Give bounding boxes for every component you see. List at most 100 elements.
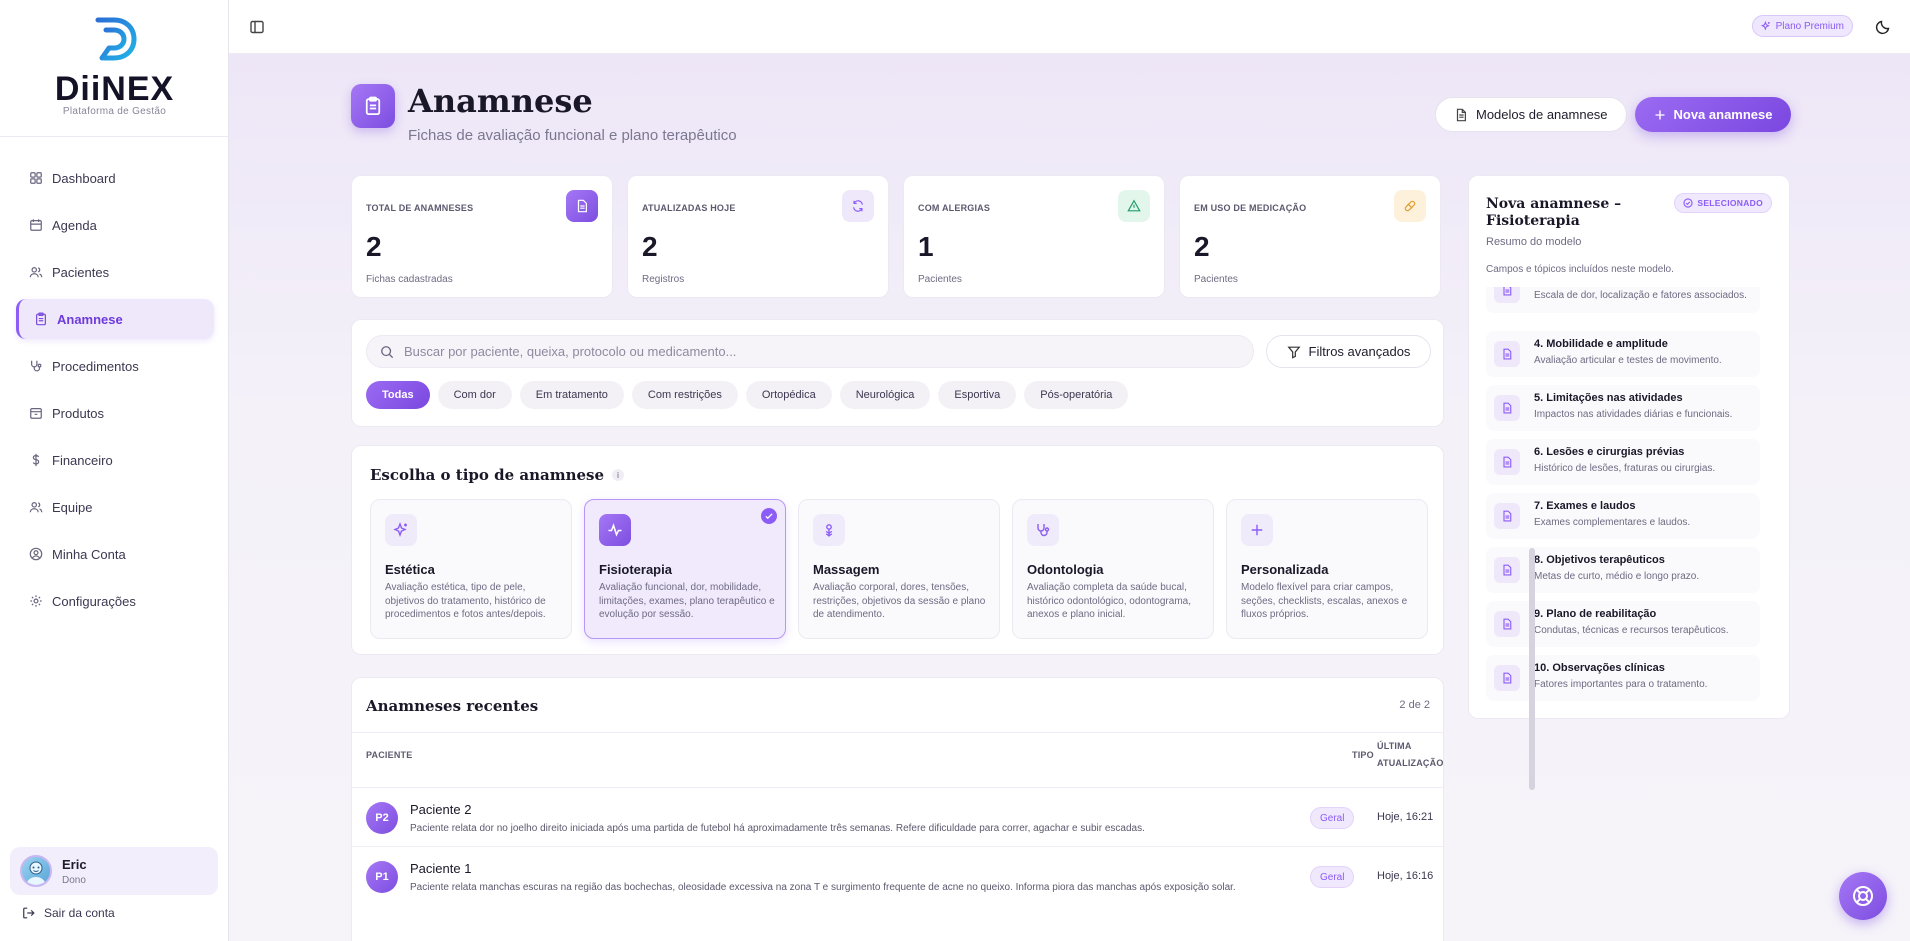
topic-title: 8. Objetivos terapêuticos xyxy=(1534,554,1665,566)
type-card-name: Massagem xyxy=(813,562,880,577)
sidebar-item-financeiro[interactable]: Financeiro xyxy=(16,440,214,480)
info-icon[interactable]: i xyxy=(612,469,625,481)
stat-label: EM USO DE MEDICAÇÃO xyxy=(1194,203,1307,213)
type-card-odontologia[interactable]: Odontologia Avaliação completa da saúde … xyxy=(1012,499,1214,639)
sidebar: DiiNEX Plataforma de Gestão Dashboard Ag… xyxy=(0,0,229,941)
filter-chip-todas[interactable]: Todas xyxy=(366,381,430,409)
topic-title: 7. Exames e laudos xyxy=(1534,500,1636,512)
sidebar-item-label: Configurações xyxy=(52,593,136,609)
topic-title: 9. Plano de reabilitação xyxy=(1534,608,1657,620)
dollar-icon xyxy=(32,453,40,467)
topic-desc: Escala de dor, localização e fatores ass… xyxy=(1534,290,1747,301)
topic-title: 10. Observações clínicas xyxy=(1534,662,1665,674)
filter-chip-em-tratamento[interactable]: Em tratamento xyxy=(519,381,624,409)
check-circle-icon xyxy=(1683,198,1693,208)
brand-logo[interactable]: DiiNEX Plataforma de Gestão xyxy=(0,14,229,120)
sidebar-item-label: Minha Conta xyxy=(52,546,126,562)
moon-icon[interactable] xyxy=(1875,19,1891,35)
topic-item: 9. Plano de reabilitação Condutas, técni… xyxy=(1486,601,1760,647)
file-icon xyxy=(566,190,598,222)
column-header-patient[interactable]: PACIENTE xyxy=(366,747,412,764)
search-input[interactable] xyxy=(404,344,1224,359)
logout-icon xyxy=(23,907,35,919)
filter-chip-pos-operatoria[interactable]: Pós-operatória xyxy=(1024,381,1129,409)
type-card-personalizada[interactable]: Personalizada Modelo flexível para criar… xyxy=(1226,499,1428,639)
type-card-fisioterapia[interactable]: Fisioterapia Avaliação funcional, dor, m… xyxy=(584,499,786,639)
filter-chip-ortopedica[interactable]: Ortopédica xyxy=(745,381,832,409)
stat-sub: Pacientes xyxy=(1194,274,1238,285)
filter-chip-esportiva[interactable]: Esportiva xyxy=(938,381,1017,409)
new-anamnese-label: Nova anamnese xyxy=(1673,107,1773,122)
stat-value: 1 xyxy=(918,231,934,262)
type-card-name: Personalizada xyxy=(1241,562,1329,577)
sidebar-item-procedimentos[interactable]: Procedimentos xyxy=(16,346,214,386)
filter-chip-com-dor[interactable]: Com dor xyxy=(437,381,512,409)
document-icon xyxy=(1494,395,1520,421)
patient-avatar: P2 xyxy=(366,802,398,834)
column-header-updated[interactable]: ÚLTIMA ATUALIZAÇÃO xyxy=(1377,738,1444,772)
type-panel: Escolha o tipo de anamnese i Estética Av… xyxy=(351,445,1444,655)
topic-desc: Fatores importantes para o tratamento. xyxy=(1534,679,1708,690)
search-box[interactable] xyxy=(366,335,1254,368)
type-panel-title-text: Escolha o tipo de anamnese xyxy=(370,466,605,484)
sidebar-item-dashboard[interactable]: Dashboard xyxy=(16,158,214,198)
selected-badge-label: SELECIONADO xyxy=(1697,198,1763,208)
sidebar-item-anamnese[interactable]: Anamnese xyxy=(16,299,214,339)
document-icon xyxy=(1494,503,1520,529)
new-anamnese-button[interactable]: Nova anamnese xyxy=(1635,97,1791,132)
topic-title: 5. Limitações nas atividades xyxy=(1534,392,1683,404)
user-card[interactable]: Eric Dono xyxy=(10,847,218,895)
sidebar-item-pacientes[interactable]: Pacientes xyxy=(16,252,214,292)
filter-chips: Todas Com dor Em tratamento Com restriçõ… xyxy=(366,381,1129,409)
package-icon xyxy=(30,408,42,419)
models-button[interactable]: Modelos de anamnese xyxy=(1435,97,1627,132)
brand-subtitle: Plataforma de Gestão xyxy=(62,106,167,117)
stat-card-allergies: COM ALERGIAS 1 Pacientes xyxy=(903,175,1165,298)
help-fab-button[interactable] xyxy=(1839,872,1887,920)
document-icon xyxy=(1494,665,1520,691)
column-header-type[interactable]: TIPO xyxy=(1352,747,1374,764)
sidebar-toggle-icon[interactable] xyxy=(249,19,265,35)
topic-desc: Exames complementares e laudos. xyxy=(1534,517,1691,528)
table-row[interactable]: P2 Paciente 2 Paciente relata dor no joe… xyxy=(352,788,1443,846)
user-circle-icon xyxy=(29,547,43,561)
search-panel: Filtros avançados Todas Com dor Em trata… xyxy=(351,319,1444,427)
topic-desc: Metas de curto, médio e longo prazo. xyxy=(1534,571,1700,582)
sidebar-item-produtos[interactable]: Produtos xyxy=(16,393,214,433)
recent-panel: Anamneses recentes 2 de 2 PACIENTE TIPO … xyxy=(351,677,1444,941)
patient-name: Paciente 1 xyxy=(410,861,472,876)
sidebar-item-label: Produtos xyxy=(52,405,105,421)
sidebar-item-configuracoes[interactable]: Configurações xyxy=(16,581,214,621)
recent-title: Anamneses recentes xyxy=(366,697,539,715)
summary-scrollbar[interactable] xyxy=(1529,548,1535,790)
filter-chip-neurologica[interactable]: Neurológica xyxy=(839,381,931,409)
recent-count: 2 de 2 xyxy=(1399,699,1430,711)
type-card-desc: Avaliação funcional, dor, mobilidade, li… xyxy=(599,582,775,620)
type-card-estetica[interactable]: Estética Avaliação estética, tipo de pel… xyxy=(370,499,572,639)
page-icon xyxy=(351,84,395,128)
logout-link[interactable]: Sair da conta xyxy=(22,906,115,920)
model-summary-panel: Nova anamnese – Fisioterapia Resumo do m… xyxy=(1468,175,1790,719)
advanced-filters-button[interactable]: Filtros avançados xyxy=(1266,335,1431,368)
topic-item: 6. Lesões e cirurgias prévias Histórico … xyxy=(1486,439,1760,485)
patient-name: Paciente 2 xyxy=(410,802,472,817)
updated-at: Hoje, 16:16 xyxy=(1377,870,1434,882)
sidebar-item-agenda[interactable]: Agenda xyxy=(16,205,214,245)
sidebar-item-equipe[interactable]: Equipe xyxy=(16,487,214,527)
stat-card-total: TOTAL DE ANAMNESES 2 Fichas cadastradas xyxy=(351,175,613,298)
type-card-name: Fisioterapia xyxy=(599,562,672,577)
column-header-updated-line2: ATUALIZAÇÃO xyxy=(1377,758,1444,768)
filter-chip-com-restricoes[interactable]: Com restrições xyxy=(631,381,738,409)
sidebar-item-minha-conta[interactable]: Minha Conta xyxy=(16,534,214,574)
document-icon xyxy=(1494,341,1520,367)
table-row[interactable]: P1 Paciente 1 Paciente relata manchas es… xyxy=(352,847,1443,905)
document-icon xyxy=(1456,108,1466,121)
stat-card-updated: ATUALIZADAS HOJE 2 Registros xyxy=(627,175,889,298)
topic-item: 7. Exames e laudos Exames complementares… xyxy=(1486,493,1760,539)
sidebar-nav: Dashboard Agenda Pacientes Anamnese Proc… xyxy=(16,158,214,628)
lifebuoy-icon xyxy=(1853,886,1873,906)
type-card-desc: Avaliação estética, tipo de pele, objeti… xyxy=(385,582,546,620)
premium-badge[interactable]: Plano Premium xyxy=(1751,15,1853,37)
type-card-massagem[interactable]: Massagem Avaliação corporal, dores, tens… xyxy=(798,499,1000,639)
sparkles-icon xyxy=(1760,21,1770,31)
